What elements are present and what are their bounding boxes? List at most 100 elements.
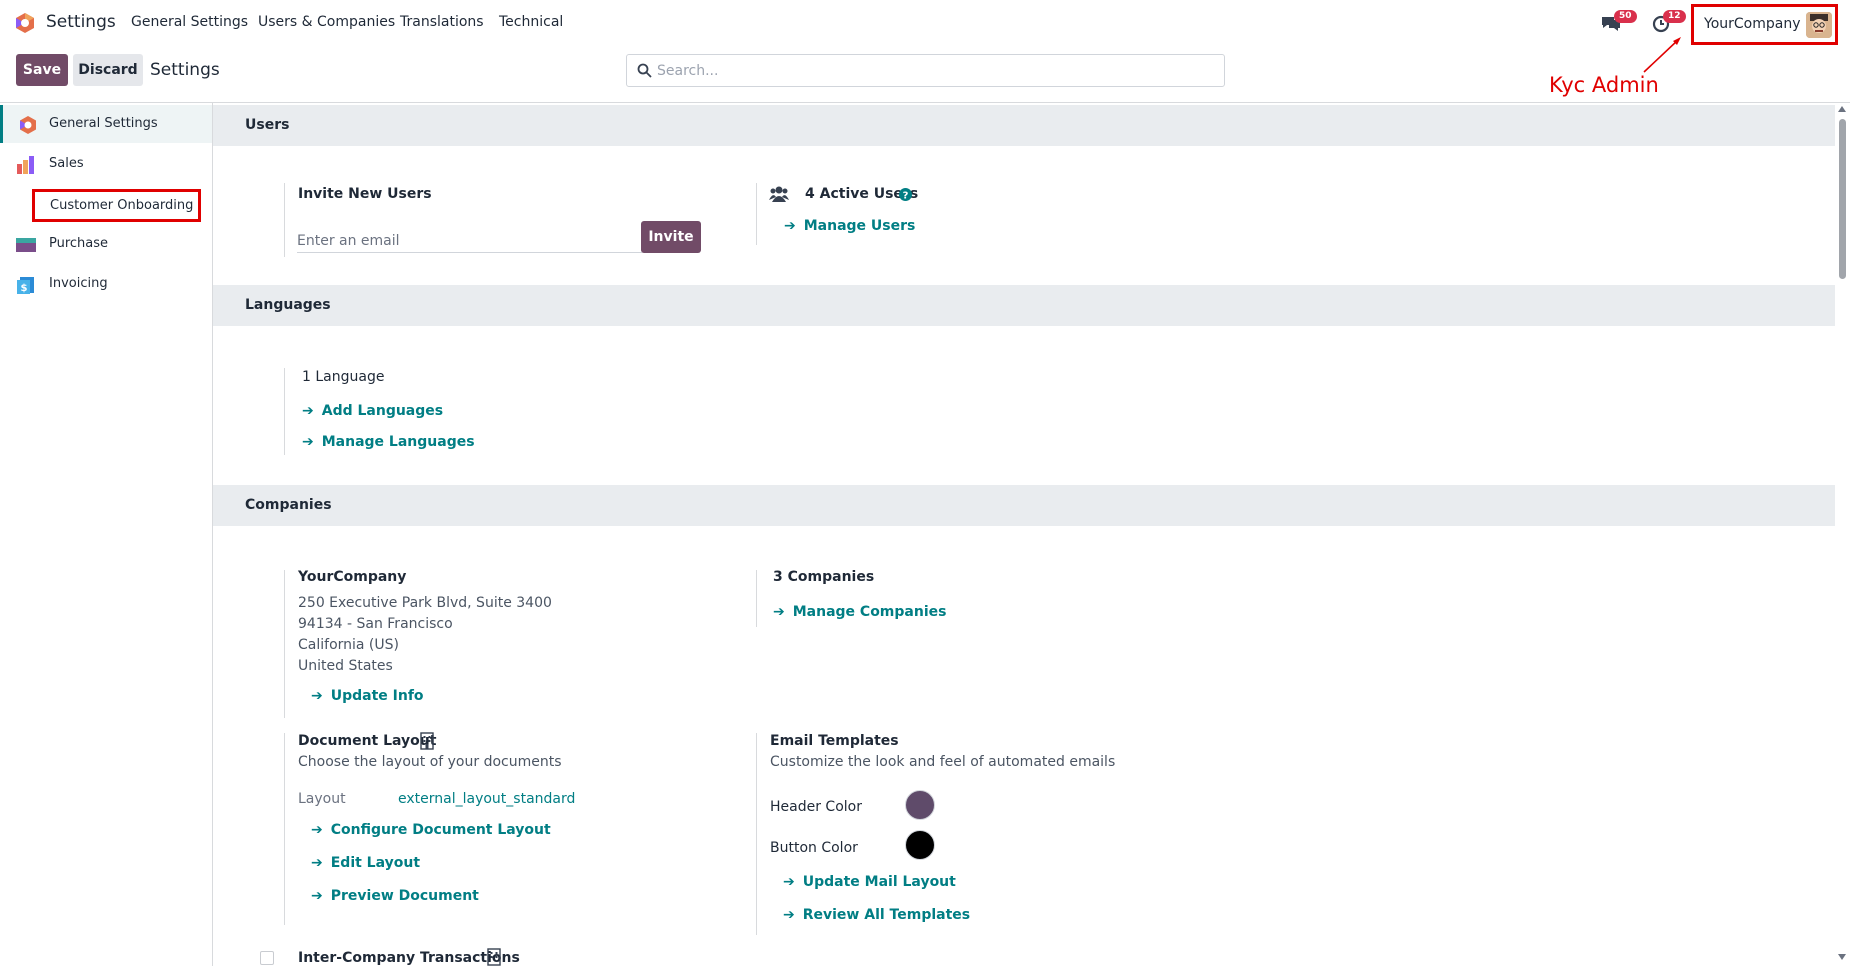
section-header-companies: Companies: [213, 485, 1835, 526]
arrow-right-icon: ➔: [311, 822, 323, 838]
preview-document-link[interactable]: ➔ Preview Document: [311, 888, 479, 904]
odoo-logo-icon[interactable]: [14, 12, 36, 34]
layout-label: Layout: [298, 791, 346, 807]
search-input[interactable]: [657, 59, 1207, 83]
user-avatar[interactable]: [1806, 12, 1832, 38]
save-button[interactable]: Save: [16, 54, 68, 86]
arrow-right-icon: ➔: [783, 907, 795, 923]
email-templates-title: Email Templates: [770, 733, 899, 749]
link-label: Manage Languages: [321, 434, 475, 450]
arrow-right-icon: ➔: [783, 874, 795, 890]
sidebar-item-purchase[interactable]: Purchase: [0, 225, 212, 263]
company-switcher[interactable]: YourCompany: [1691, 4, 1838, 45]
manage-languages-link[interactable]: ➔ Manage Languages: [302, 434, 475, 450]
users-group-icon: [769, 186, 789, 202]
link-label: Update Mail Layout: [802, 874, 956, 890]
section-title: Languages: [245, 297, 331, 313]
arrow-right-icon: ➔: [311, 855, 323, 871]
manage-companies-link[interactable]: ➔ Manage Companies: [773, 604, 946, 620]
sidebar-item-label: Sales: [49, 156, 84, 171]
update-info-link[interactable]: ➔ Update Info: [311, 688, 424, 704]
discard-button[interactable]: Discard: [73, 54, 143, 86]
setting-divider: [284, 368, 285, 455]
setting-divider: [756, 733, 757, 935]
sidebar-item-label: General Settings: [49, 116, 158, 131]
menu-general-settings[interactable]: General Settings: [131, 14, 248, 30]
header-color-label: Header Color: [770, 799, 862, 815]
invoicing-icon: $: [17, 277, 34, 294]
sidebar-item-sales[interactable]: Sales: [0, 145, 212, 183]
menu-users-companies[interactable]: Users & Companies: [258, 14, 395, 30]
svg-text:?: ?: [903, 191, 909, 202]
sidebar-item-label: Invoicing: [49, 276, 108, 291]
search-bar[interactable]: [626, 54, 1225, 87]
setting-divider: [756, 183, 757, 245]
menu-technical[interactable]: Technical: [499, 14, 563, 30]
setting-divider: [756, 570, 757, 627]
intercompany-checkbox[interactable]: [260, 951, 274, 965]
breadcrumb: Settings: [150, 60, 220, 80]
purchase-icon: [16, 238, 36, 252]
link-label: Preview Document: [330, 888, 479, 904]
arrow-right-icon: ➔: [784, 218, 796, 234]
company-building-icon: [487, 948, 501, 966]
layout-value[interactable]: external_layout_standard: [398, 791, 575, 807]
invite-email-input[interactable]: [297, 229, 642, 253]
sidebar-item-label: Purchase: [49, 236, 109, 251]
help-icon[interactable]: ?: [899, 188, 912, 201]
document-layout-title: Document Layout: [298, 733, 437, 749]
odoo-logo-icon: [20, 116, 36, 134]
link-label: Edit Layout: [330, 855, 421, 871]
manage-users-link[interactable]: ➔ Manage Users: [784, 218, 915, 234]
avatar-face-icon: [1806, 12, 1832, 38]
scrollbar[interactable]: [1835, 103, 1850, 966]
arrow-right-icon: ➔: [311, 688, 323, 704]
arrow-right-icon: ➔: [311, 888, 323, 904]
scroll-up-icon[interactable]: [1838, 106, 1846, 112]
email-templates-description: Customize the look and feel of automated…: [770, 754, 1116, 770]
company-address-line: 94134 - San Francisco: [298, 616, 453, 632]
add-languages-link[interactable]: ➔ Add Languages: [302, 403, 443, 419]
sidebar-item-customer-onboarding[interactable]: Customer Onboarding: [32, 189, 201, 222]
setting-divider: [284, 183, 285, 257]
company-building-icon: [420, 732, 434, 750]
company-address-line: 250 Executive Park Blvd, Suite 3400: [298, 595, 552, 611]
button-color-label: Button Color: [770, 840, 858, 856]
section-title: Users: [245, 117, 290, 133]
settings-content: Users Invite New Users Invite 4 Active U…: [213, 103, 1835, 966]
language-count: 1 Language: [302, 369, 385, 385]
arrow-right-icon: ➔: [773, 604, 785, 620]
edit-layout-link[interactable]: ➔ Edit Layout: [311, 855, 420, 871]
button-color-picker[interactable]: [905, 830, 935, 860]
messages-badge: 50: [1614, 10, 1637, 23]
company-name: YourCompany: [1704, 16, 1801, 32]
invite-button[interactable]: Invite: [641, 221, 701, 253]
configure-document-layout-link[interactable]: ➔ Configure Document Layout: [311, 822, 551, 838]
scroll-down-icon[interactable]: [1838, 954, 1846, 960]
update-mail-layout-link[interactable]: ➔ Update Mail Layout: [783, 874, 956, 890]
sidebar-item-general-settings[interactable]: General Settings: [0, 105, 212, 143]
invite-users-title: Invite New Users: [298, 186, 432, 202]
link-label: Configure Document Layout: [330, 822, 551, 838]
header-color-picker[interactable]: [905, 790, 935, 820]
setting-divider: [284, 733, 285, 925]
link-label: Add Languages: [321, 403, 444, 419]
annotation-arrow-icon: [1643, 37, 1681, 73]
activities-badge: 12: [1663, 10, 1686, 23]
review-templates-link[interactable]: ➔ Review All Templates: [783, 907, 970, 923]
app-name[interactable]: Settings: [46, 12, 116, 32]
sales-icon: [17, 156, 34, 174]
menu-translations[interactable]: Translations: [400, 14, 484, 30]
top-navbar: Settings General Settings Users & Compan…: [0, 0, 1850, 73]
scroll-thumb[interactable]: [1839, 119, 1846, 279]
arrow-right-icon: ➔: [302, 434, 314, 450]
arrow-right-icon: ➔: [302, 403, 314, 419]
setting-divider: [284, 570, 285, 718]
settings-sidebar: General Settings Sales Customer Onboardi…: [0, 103, 213, 966]
section-header-users: Users: [213, 105, 1835, 146]
section-title: Companies: [245, 497, 332, 513]
sidebar-item-invoicing[interactable]: $ Invoicing: [0, 265, 212, 303]
link-label: Manage Users: [803, 218, 916, 234]
link-label: Update Info: [330, 688, 424, 704]
company-name: YourCompany: [298, 569, 407, 585]
